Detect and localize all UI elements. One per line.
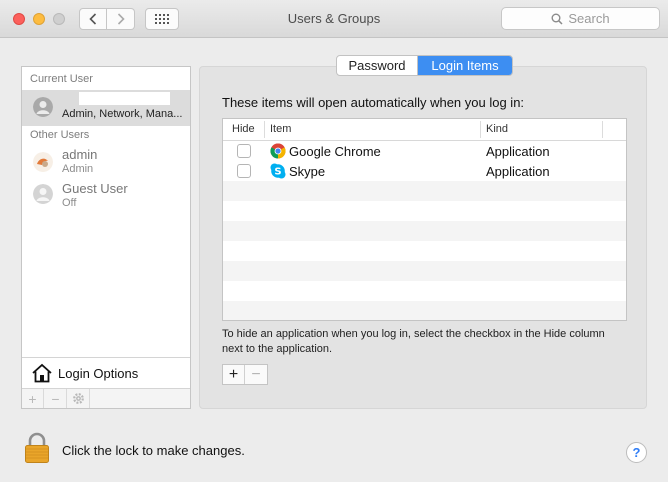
hide-checkbox[interactable]: [237, 164, 251, 178]
login-options-item[interactable]: Login Options: [22, 357, 190, 388]
gear-icon: [73, 393, 84, 404]
user-item-admin[interactable]: admin Admin: [22, 145, 190, 179]
users-sidebar: Current User Admin, Network, Mana... Oth…: [21, 66, 191, 409]
other-users-heading: Other Users: [30, 129, 90, 141]
empty-row: [223, 181, 626, 201]
grid-icon: [155, 14, 169, 24]
item-name: Skype: [289, 164, 326, 179]
action-menu-button[interactable]: [68, 389, 90, 408]
empty-row: [223, 241, 626, 261]
add-remove-control: + −: [222, 364, 268, 385]
table-row[interactable]: S Skype Application: [223, 161, 626, 181]
chrome-icon: [270, 143, 286, 159]
add-user-button[interactable]: +: [22, 389, 44, 408]
zoom-window-button[interactable]: [53, 13, 65, 25]
current-user-heading: Current User: [30, 73, 93, 85]
user-item-guest[interactable]: Guest User Off: [22, 179, 190, 213]
table-header: Hide Item Kind: [223, 119, 626, 141]
hide-hint-text: To hide an application when you log in, …: [222, 328, 605, 355]
tab-password[interactable]: Password: [337, 56, 418, 75]
admin-avatar-icon: [33, 152, 53, 172]
login-options-label: Login Options: [58, 366, 139, 381]
column-header-kind[interactable]: Kind: [486, 123, 508, 135]
table-row[interactable]: Google Chrome Application: [223, 141, 626, 161]
close-window-button[interactable]: [13, 13, 25, 25]
svg-text:S: S: [274, 167, 281, 178]
item-kind: Application: [486, 144, 550, 159]
item-kind: Application: [486, 164, 550, 179]
house-icon: [32, 363, 52, 383]
login-items-table: Hide Item Kind Google Chrome Application…: [222, 118, 627, 321]
skype-icon: S: [270, 163, 286, 179]
chevron-left-icon: [89, 13, 97, 25]
empty-row: [223, 301, 626, 320]
add-login-item-button[interactable]: +: [223, 365, 245, 384]
current-user-role: Admin, Network, Mana...: [62, 108, 183, 120]
back-button[interactable]: [79, 8, 107, 30]
user-name: Guest User: [62, 181, 128, 196]
item-name: Google Chrome: [289, 144, 381, 159]
column-divider: [602, 121, 603, 138]
help-button[interactable]: ?: [626, 442, 647, 463]
tab-login-items[interactable]: Login Items: [418, 56, 512, 75]
redacted-name-box: [79, 92, 170, 105]
title-bar: Users & Groups Search: [0, 0, 668, 38]
sidebar-toolbar: + −: [22, 388, 190, 408]
column-header-item[interactable]: Item: [270, 123, 291, 135]
show-all-button[interactable]: [145, 8, 179, 30]
lock-message: Click the lock to make changes.: [62, 443, 245, 458]
search-icon: [551, 13, 563, 25]
user-name: admin: [62, 147, 98, 162]
lock-icon[interactable]: [24, 432, 50, 464]
user-role: Off: [62, 197, 77, 209]
search-placeholder: Search: [568, 11, 610, 26]
tab-bar: Password Login Items: [336, 55, 513, 76]
empty-row: [223, 281, 626, 301]
user-role: Admin: [62, 163, 94, 175]
column-divider: [480, 121, 481, 138]
remove-user-button[interactable]: −: [45, 389, 67, 408]
hide-checkbox[interactable]: [237, 144, 251, 158]
minimize-window-button[interactable]: [33, 13, 45, 25]
empty-row: [223, 261, 626, 281]
forward-button[interactable]: [107, 8, 135, 30]
user-avatar-icon: [33, 97, 53, 117]
column-divider: [264, 121, 265, 138]
chevron-right-icon: [117, 13, 125, 25]
guest-avatar-icon: [33, 184, 53, 204]
login-items-intro: These items will open automatically when…: [222, 95, 525, 110]
remove-login-item-button[interactable]: −: [245, 365, 267, 384]
empty-row: [223, 221, 626, 241]
empty-row: [223, 201, 626, 221]
search-input[interactable]: Search: [501, 7, 660, 30]
column-header-hide[interactable]: Hide: [232, 123, 255, 135]
